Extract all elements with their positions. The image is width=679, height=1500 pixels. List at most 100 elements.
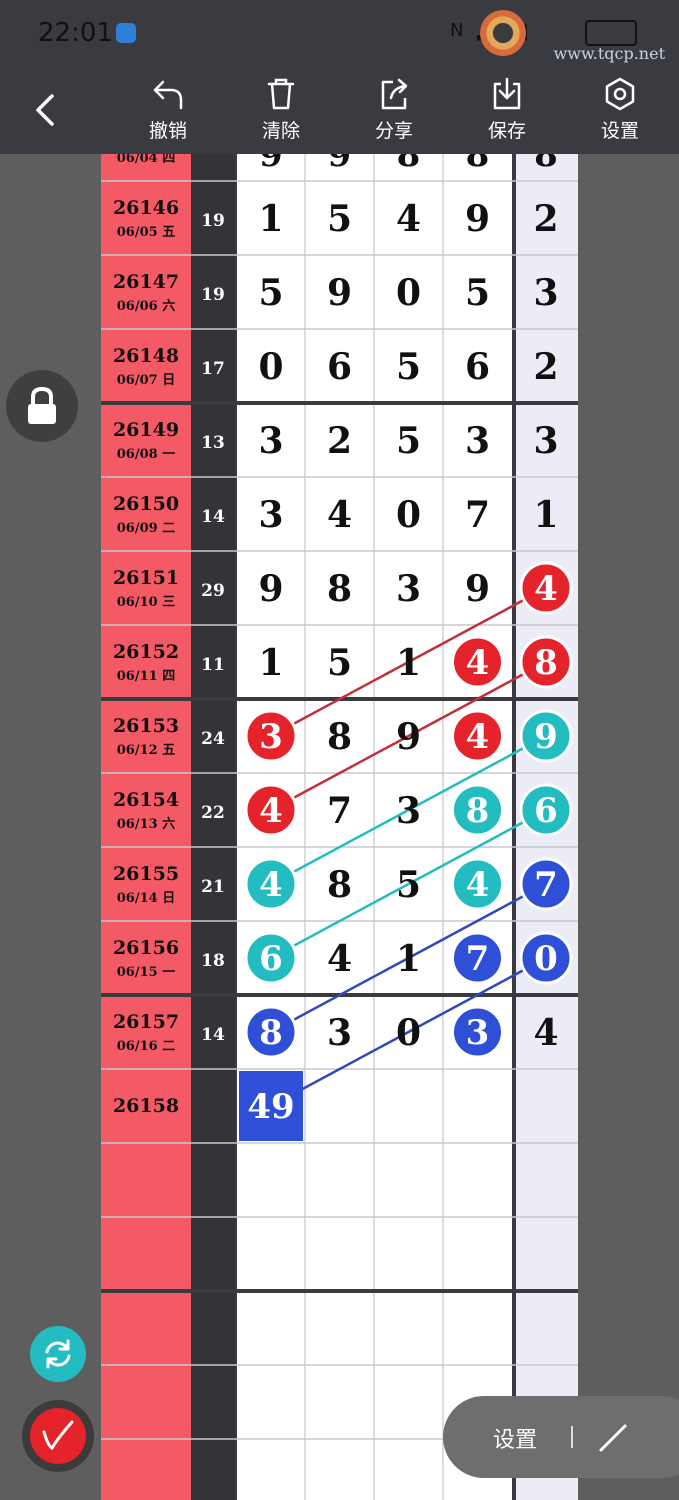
pen-stroke-icon — [42, 1420, 74, 1450]
issue-number: 26147 — [113, 271, 179, 293]
digit-cell: 9 — [327, 272, 352, 314]
marked-digit: 6 — [259, 939, 283, 979]
clear-button[interactable]: 清除 — [241, 76, 321, 143]
floating-settings-pill[interactable]: 设置 — [443, 1396, 679, 1478]
trash-icon — [267, 78, 295, 110]
digit-cell: 4 — [396, 198, 421, 240]
marked-digit: 4 — [259, 865, 283, 905]
pen-tool-button[interactable] — [22, 1400, 94, 1472]
digit-cell: 4 — [327, 938, 352, 980]
marked-digit: 3 — [466, 1013, 490, 1053]
digit-cell: 9 — [465, 198, 490, 240]
issue-date: 06/14 日 — [117, 891, 175, 906]
marked-digit: 8 — [534, 643, 558, 683]
issue-number: 26152 — [113, 641, 179, 663]
refresh-icon — [45, 1339, 71, 1369]
settings-button[interactable]: 设置 — [580, 76, 660, 143]
issue-date: 06/10 三 — [117, 595, 175, 610]
digit-cell: 0 — [396, 494, 421, 536]
digit-sum: 11 — [201, 655, 225, 675]
share-button[interactable]: 分享 — [354, 76, 434, 143]
digit-cell: 5 — [327, 642, 352, 684]
issue-date: 06/07 日 — [117, 373, 175, 388]
digit-cell: 5 — [396, 864, 421, 906]
issue-number: 26156 — [113, 937, 179, 959]
partial-row-digit: 8 — [534, 154, 558, 175]
digit-sum: 19 — [201, 285, 225, 305]
digit-cell: 1 — [258, 642, 283, 684]
digit-cell: 2 — [327, 420, 352, 462]
marked-digit: 4 — [466, 643, 490, 683]
marked-digit: 4 — [534, 569, 558, 609]
issue-number: 26150 — [113, 493, 179, 515]
digit-sum: 14 — [201, 1025, 225, 1045]
marked-digit: 4 — [466, 717, 490, 757]
digit-cell: 3 — [396, 568, 421, 610]
last-digit-cell: 1 — [533, 494, 558, 536]
issue-number: 26148 — [113, 345, 179, 367]
back-arrow-icon[interactable] — [26, 84, 66, 134]
partial-row-digit: 8 — [397, 154, 421, 175]
issue-number: 26146 — [113, 197, 179, 219]
last-digit-cell: 3 — [533, 272, 558, 314]
save-button[interactable]: 保存 — [467, 76, 547, 143]
undo-button[interactable]: 撤销 — [128, 76, 208, 143]
digit-cell: 1 — [396, 642, 421, 684]
issue-date: 06/05 五 — [117, 225, 175, 240]
issue-date: 06/12 五 — [117, 743, 175, 758]
digit-cell: 3 — [327, 1012, 352, 1054]
digit-sum: 19 — [201, 211, 225, 231]
refresh-button[interactable] — [30, 1326, 86, 1382]
watermark-text: www.tqcp.net — [553, 44, 665, 63]
issue-date: 06/13 六 — [117, 816, 175, 832]
digit-cell: 8 — [327, 568, 352, 610]
digit-sum: 24 — [201, 729, 225, 749]
issue-number: 26149 — [113, 419, 179, 441]
digit-cell: 8 — [327, 716, 352, 758]
partial-row-digit: 9 — [259, 154, 283, 175]
digit-sum: 18 — [201, 951, 225, 971]
digit-cell: 1 — [258, 198, 283, 240]
floating-settings-label[interactable]: 设置 — [493, 1422, 537, 1454]
digit-cell: 3 — [258, 420, 283, 462]
digit-sum: 17 — [201, 359, 225, 379]
marked-digit: 3 — [259, 717, 283, 757]
lock-icon — [28, 386, 56, 424]
issue-number: 26153 — [113, 715, 179, 737]
digit-cell: 8 — [327, 864, 352, 906]
trend-chart-grid[interactable]: 06/04 四 9 9 8 8 82614606/05 五192614706/06 六19… — [0, 154, 679, 1500]
pill-divider — [571, 1426, 573, 1448]
highlight-value: 49 — [247, 1087, 294, 1127]
digit-sum: 29 — [201, 581, 225, 601]
issue-number: 26154 — [113, 789, 179, 811]
digit-sum: 13 — [201, 433, 225, 453]
digit-cell: 7 — [465, 494, 490, 536]
digit-cell: 0 — [396, 1012, 421, 1054]
digit-cell: 5 — [327, 198, 352, 240]
line-tool-icon[interactable] — [595, 1420, 631, 1456]
digit-cell: 0 — [396, 272, 421, 314]
settings-hexagon-icon — [605, 77, 635, 111]
issue-date: 06/15 一 — [117, 965, 175, 980]
marked-digit: 7 — [466, 939, 490, 979]
sum-column-bg — [191, 154, 235, 1500]
digit-cell: 3 — [258, 494, 283, 536]
digit-cell: 5 — [258, 272, 283, 314]
last-digit-cell: 2 — [533, 346, 558, 388]
marked-digit: 4 — [259, 791, 283, 831]
digit-cell: 5 — [396, 346, 421, 388]
last-digit-cell: 2 — [533, 198, 558, 240]
digit-cell: 9 — [258, 568, 283, 610]
issue-date: 06/16 二 — [117, 1039, 175, 1054]
lock-button[interactable] — [6, 370, 78, 442]
issue-date: 06/08 一 — [117, 447, 175, 462]
marked-digit: 8 — [466, 791, 490, 831]
watermark-logo — [480, 10, 526, 56]
partial-row-digit: 8 — [466, 154, 490, 175]
digit-cell: 9 — [396, 716, 421, 758]
app-notification-icon — [116, 23, 136, 43]
digit-cell: 5 — [396, 420, 421, 462]
partial-row-digit: 9 — [328, 154, 352, 175]
issue-date: 06/06 六 — [117, 298, 175, 314]
digit-sum: 14 — [201, 507, 225, 527]
